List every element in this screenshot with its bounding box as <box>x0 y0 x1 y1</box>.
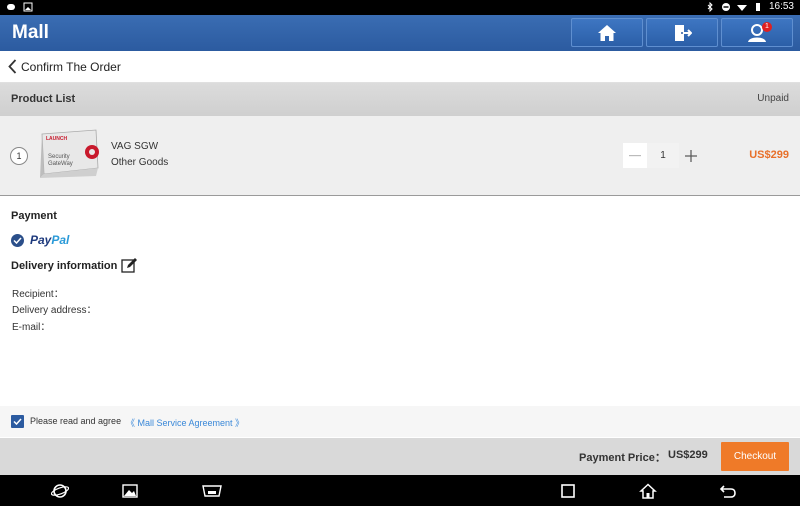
payment-price-label: Payment Price： <box>579 452 666 464</box>
increase-quantity-button[interactable] <box>679 143 703 168</box>
email-label: E-mail： <box>12 322 51 333</box>
recipient-label: Recipient： <box>12 289 64 300</box>
app-title: Mall <box>12 22 49 43</box>
payment-title: Payment <box>11 210 57 222</box>
user-center-button[interactable]: 1 <box>721 18 793 47</box>
bluetooth-icon <box>707 1 713 12</box>
paypal-logo: PayPal <box>30 233 69 247</box>
edit-icon <box>121 258 137 273</box>
product-category: Other Goods <box>111 157 169 168</box>
exit-door-icon <box>675 24 692 41</box>
paypal-logo-pal: Pal <box>51 233 70 247</box>
agreement-text: Please read and agree <box>30 416 122 426</box>
wifi-icon <box>736 4 747 11</box>
selected-check-icon <box>11 233 24 247</box>
product-row: 1 LAUNCH Security GateWay VAG SGW Other … <box>0 116 800 196</box>
checkmark-icon <box>13 418 22 425</box>
product-price: US$299 <box>749 149 789 161</box>
notification-icon <box>7 4 15 10</box>
do-not-disturb-icon <box>721 2 730 11</box>
paypal-logo-pay: Pay <box>30 233 52 247</box>
decrease-quantity-button[interactable] <box>623 143 647 168</box>
chevron-left-icon <box>8 59 17 74</box>
product-image: LAUNCH Security GateWay <box>38 128 100 180</box>
edit-delivery-button[interactable] <box>121 257 138 279</box>
navigation-bar <box>0 475 800 506</box>
checkout-footer: Payment Price： US$299 Checkout <box>0 438 800 475</box>
gallery-icon[interactable] <box>121 483 139 499</box>
payment-status: Unpaid <box>757 93 789 104</box>
page-title: Confirm The Order <box>21 59 121 74</box>
browser-icon[interactable] <box>51 483 69 499</box>
battery-icon <box>755 2 760 11</box>
mall-service-agreement-link[interactable]: 《 Mall Service Agreement 》 <box>126 416 244 429</box>
quantity-stepper: 1 <box>623 143 703 168</box>
product-list-title: Product List <box>11 93 76 105</box>
checkout-button[interactable]: Checkout <box>721 442 789 471</box>
app-header: Mall 1 <box>0 15 800 51</box>
payment-price-value: US$299 <box>668 449 708 461</box>
delivery-title: Delivery information <box>11 260 118 272</box>
product-list-header: Product List Unpaid <box>0 83 800 116</box>
delivery-address-label: Delivery address： <box>12 305 97 316</box>
plus-icon <box>685 149 697 162</box>
vci-connector-icon[interactable] <box>201 483 223 499</box>
product-image-line1: Security <box>48 154 70 160</box>
minus-icon <box>629 154 641 156</box>
home-button[interactable] <box>571 18 643 47</box>
exit-button[interactable] <box>646 18 718 47</box>
product-box-image: LAUNCH Security GateWay <box>40 129 99 178</box>
image-notification-icon <box>23 2 33 12</box>
agreement-checkbox[interactable] <box>11 415 24 428</box>
status-time: 16:53 <box>768 1 794 12</box>
back-button[interactable]: Confirm The Order <box>8 59 121 74</box>
recent-apps-icon[interactable] <box>559 483 577 499</box>
page-bar: Confirm The Order <box>0 51 800 83</box>
item-index: 1 <box>10 147 28 165</box>
product-image-brand: LAUNCH <box>46 136 67 142</box>
status-bar: 16:53 <box>0 0 800 15</box>
home-icon <box>598 24 616 41</box>
agreement-row: Please read and agree 《 Mall Service Agr… <box>0 406 800 437</box>
notification-badge: 1 <box>762 22 772 32</box>
payment-option-paypal[interactable]: PayPal <box>11 233 69 247</box>
home-nav-icon[interactable] <box>639 483 657 499</box>
product-name: VAG SGW <box>111 141 159 152</box>
product-image-line2: GateWay <box>48 161 73 167</box>
back-nav-icon[interactable] <box>719 483 737 499</box>
quantity-value[interactable]: 1 <box>647 143 679 168</box>
